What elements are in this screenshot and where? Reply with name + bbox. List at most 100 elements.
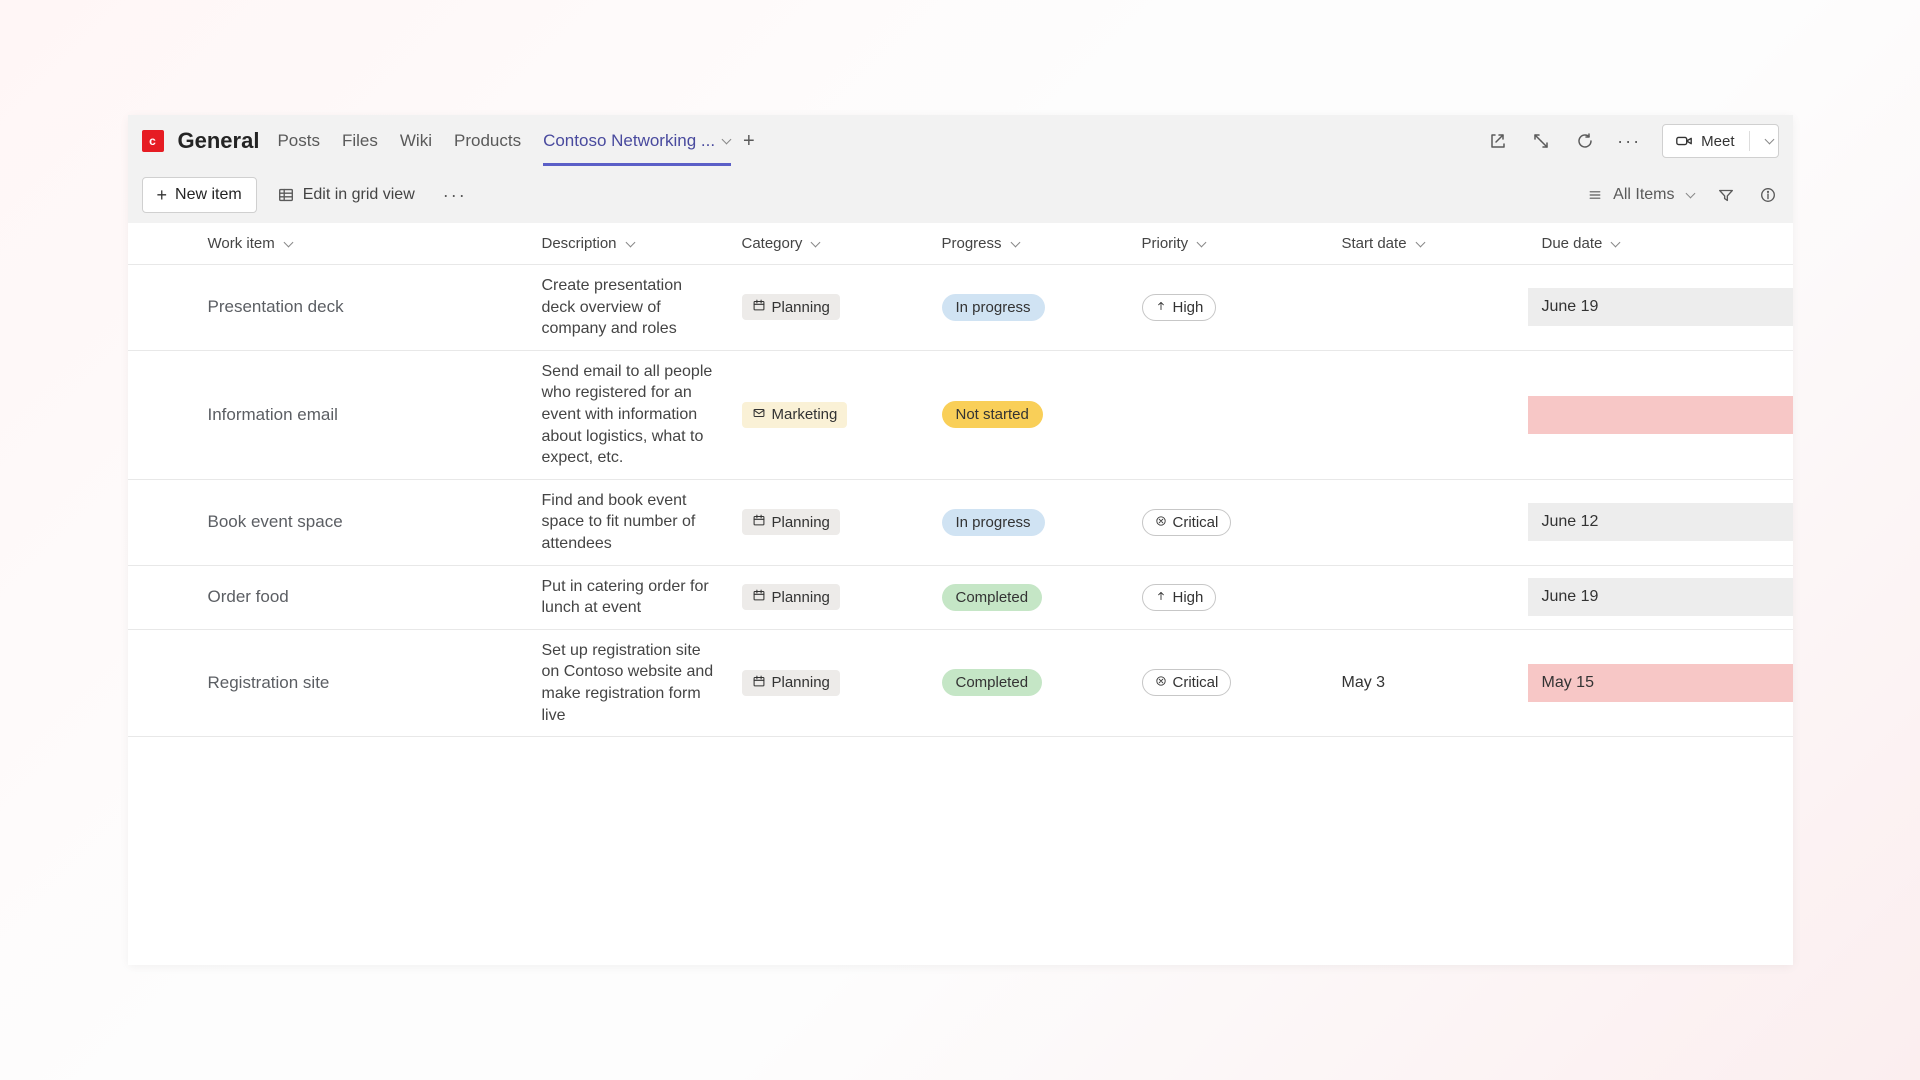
tab-products[interactable]: Products bbox=[454, 117, 521, 166]
column-header-start-date[interactable]: Start date bbox=[1328, 225, 1528, 262]
list-icon bbox=[1587, 187, 1603, 203]
arrow-up-icon bbox=[1155, 589, 1167, 606]
grid-icon bbox=[277, 186, 295, 204]
plus-icon: + bbox=[157, 186, 168, 204]
work-item-title[interactable]: Registration site bbox=[208, 673, 330, 692]
expand-icon[interactable] bbox=[1530, 130, 1552, 152]
tab-strip: Posts Files Wiki Products Contoso Networking… bbox=[277, 117, 731, 166]
progress-pill[interactable]: In progress bbox=[942, 294, 1045, 321]
calendar-icon bbox=[752, 513, 766, 531]
chevron-down-icon bbox=[283, 241, 293, 247]
tab-posts[interactable]: Posts bbox=[277, 117, 320, 166]
due-date-cell[interactable] bbox=[1528, 396, 1793, 434]
new-item-label: New item bbox=[175, 186, 242, 204]
column-header-description[interactable]: Description bbox=[528, 225, 728, 262]
critical-icon bbox=[1155, 514, 1167, 531]
progress-pill[interactable]: Completed bbox=[942, 669, 1043, 696]
description-cell: Send email to all people who registered … bbox=[528, 351, 728, 479]
add-tab-button[interactable]: + bbox=[739, 130, 759, 153]
priority-pill[interactable]: Critical bbox=[1142, 669, 1232, 696]
due-date-cell[interactable]: May 15 bbox=[1528, 664, 1793, 702]
priority-pill[interactable]: Critical bbox=[1142, 509, 1232, 536]
column-header-category[interactable]: Category bbox=[728, 225, 928, 262]
priority-pill[interactable]: High bbox=[1142, 294, 1217, 321]
app-window: c General Posts Files Wiki Products Contoso … bbox=[128, 115, 1793, 965]
description-cell: Find and book event space to fit number … bbox=[528, 480, 728, 565]
chevron-down-icon bbox=[721, 138, 731, 144]
progress-pill[interactable]: Not started bbox=[942, 401, 1043, 428]
category-tag[interactable]: Planning bbox=[742, 670, 840, 696]
column-header-progress[interactable]: Progress bbox=[928, 225, 1128, 262]
start-date-cell[interactable] bbox=[1328, 587, 1528, 607]
info-icon[interactable] bbox=[1757, 184, 1779, 206]
team-badge[interactable]: c bbox=[142, 130, 164, 152]
work-item-title[interactable]: Order food bbox=[208, 587, 289, 606]
start-date-cell[interactable] bbox=[1328, 405, 1528, 425]
mail-icon bbox=[752, 406, 766, 424]
edit-grid-button[interactable]: Edit in grid view bbox=[267, 180, 425, 210]
due-date-cell[interactable]: June 19 bbox=[1528, 288, 1793, 326]
column-header-due-date[interactable]: Due date bbox=[1528, 225, 1793, 262]
priority-pill[interactable]: High bbox=[1142, 584, 1217, 611]
chevron-down-icon bbox=[625, 241, 635, 247]
description-cell: Create presentation deck overview of com… bbox=[528, 265, 728, 350]
filter-icon[interactable] bbox=[1715, 184, 1737, 206]
tab-wiki[interactable]: Wiki bbox=[400, 117, 432, 166]
chevron-down-icon bbox=[1196, 241, 1206, 247]
meet-button[interactable]: Meet bbox=[1662, 124, 1778, 158]
arrow-up-icon bbox=[1155, 299, 1167, 316]
chevron-down-icon bbox=[810, 241, 820, 247]
description-cell: Put in catering order for lunch at event bbox=[528, 566, 728, 629]
chevron-down-icon bbox=[1010, 241, 1020, 247]
tab-files[interactable]: Files bbox=[342, 117, 378, 166]
table-row[interactable]: Book event space Find and book event spac… bbox=[128, 480, 1793, 566]
due-date-cell[interactable]: June 12 bbox=[1528, 503, 1793, 541]
table-header-row: Work itemDescriptionCategoryProgressPrio… bbox=[128, 223, 1793, 265]
chevron-down-icon bbox=[1610, 241, 1620, 247]
video-icon bbox=[1675, 132, 1693, 150]
description-cell: Set up registration site on Contoso webs… bbox=[528, 630, 728, 736]
start-date-cell[interactable]: May 3 bbox=[1328, 664, 1528, 702]
more-actions-icon[interactable]: ··· bbox=[1618, 130, 1640, 152]
view-selector[interactable]: All Items bbox=[1587, 186, 1694, 204]
start-date-cell[interactable] bbox=[1328, 512, 1528, 532]
items-table: Work itemDescriptionCategoryProgressPrio… bbox=[128, 223, 1793, 965]
new-item-button[interactable]: + New item bbox=[142, 177, 257, 213]
table-row[interactable]: Presentation deck Create presentation dec… bbox=[128, 265, 1793, 351]
category-tag[interactable]: Planning bbox=[742, 584, 840, 610]
header-actions: ··· Meet bbox=[1486, 124, 1778, 158]
toolbar-more-icon[interactable]: ··· bbox=[435, 185, 475, 206]
table-row[interactable]: Order food Put in catering order for lunc… bbox=[128, 566, 1793, 630]
tab-contoso-networking-[interactable]: Contoso Networking ... bbox=[543, 117, 731, 166]
work-item-title[interactable]: Book event space bbox=[208, 512, 343, 531]
critical-icon bbox=[1155, 674, 1167, 691]
edit-grid-label: Edit in grid view bbox=[303, 186, 415, 204]
start-date-cell[interactable] bbox=[1328, 297, 1528, 317]
column-header-work-item[interactable]: Work item bbox=[128, 225, 528, 262]
channel-title: General bbox=[178, 128, 260, 154]
table-row[interactable]: Information email Send email to all peopl… bbox=[128, 351, 1793, 480]
popout-icon[interactable] bbox=[1486, 130, 1508, 152]
view-controls: All Items bbox=[1587, 184, 1778, 206]
work-item-title[interactable]: Information email bbox=[208, 405, 338, 424]
work-item-title[interactable]: Presentation deck bbox=[208, 297, 344, 316]
calendar-icon bbox=[752, 298, 766, 316]
view-selector-label: All Items bbox=[1613, 186, 1674, 204]
calendar-icon bbox=[752, 674, 766, 692]
table-row[interactable]: Registration site Set up registration sit… bbox=[128, 630, 1793, 737]
channel-header: c General Posts Files Wiki Products Contoso … bbox=[128, 115, 1793, 167]
chevron-down-icon bbox=[1685, 192, 1695, 198]
list-toolbar: + New item Edit in grid view ··· All Ite… bbox=[128, 167, 1793, 223]
calendar-icon bbox=[752, 588, 766, 606]
progress-pill[interactable]: Completed bbox=[942, 584, 1043, 611]
meet-label: Meet bbox=[1701, 133, 1734, 150]
refresh-icon[interactable] bbox=[1574, 130, 1596, 152]
category-tag[interactable]: Marketing bbox=[742, 402, 848, 428]
column-header-priority[interactable]: Priority bbox=[1128, 225, 1328, 262]
due-date-cell[interactable]: June 19 bbox=[1528, 578, 1793, 616]
category-tag[interactable]: Planning bbox=[742, 294, 840, 320]
chevron-down-icon[interactable] bbox=[1764, 138, 1774, 144]
progress-pill[interactable]: In progress bbox=[942, 509, 1045, 536]
category-tag[interactable]: Planning bbox=[742, 509, 840, 535]
chevron-down-icon bbox=[1415, 241, 1425, 247]
